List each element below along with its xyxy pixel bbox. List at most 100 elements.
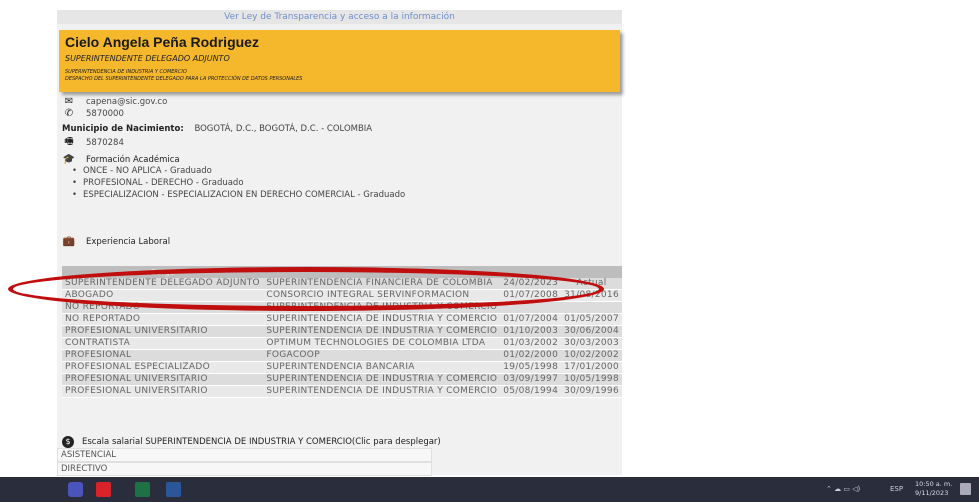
clock-date: 9/11/2023 [915, 489, 949, 497]
salary-heading[interactable]: $ Escala salarial SUPERINTENDENCIA DE IN… [62, 436, 441, 448]
table-row: PROFESIONAL UNIVERSITARIO SUPERINTENDENCI… [62, 325, 622, 338]
education-list: ONCE - NO APLICA - Graduado PROFESIONAL … [72, 165, 405, 201]
person-department: DESPACHO DEL SUPERINTENDENTE DELEGADO PA… [65, 76, 303, 82]
birthplace: Municipio de Nacimiento: BOGOTÁ, D.C., B… [62, 124, 372, 134]
table-row: PROFESIONAL ESPECIALIZADO SUPERINTENDENCI… [62, 361, 622, 374]
contact-phone: ✆ 5870000 [62, 108, 124, 119]
cell-cargo: CONTRATISTA [62, 337, 264, 350]
cell-hasta: 31/08/2016 [561, 289, 622, 302]
cell-hasta: 01/05/2007 [561, 313, 622, 326]
cell-entidad: SUPERINTENDENCIA DE INDUSTRIA Y COMERCIO [263, 373, 501, 386]
salary-title[interactable]: Escala salarial SUPERINTENDENCIA DE INDU… [82, 437, 441, 447]
cell-cargo: PROFESIONAL [62, 349, 264, 362]
profile-page: Ver Ley de Transparencia y acceso a la i… [57, 10, 622, 476]
person-name: Cielo Angela Peña Rodriguez [65, 34, 259, 50]
education-heading: 🎓 Formación Académica [62, 154, 180, 165]
excel-icon[interactable] [135, 482, 150, 497]
cell-entidad: SUPERINTENDENCIA DE INDUSTRIA Y COMERCIO [263, 301, 501, 314]
profile-header: Cielo Angela Peña Rodriguez SUPERINTENDE… [59, 30, 620, 92]
email-value[interactable]: capena@sic.gov.co [86, 97, 167, 107]
contact-fax: 🖷 5870284 [62, 134, 124, 151]
taskbar: ⌃ ☁ ▭ ◁) ESP 10:50 a. m. 9/11/2023 [0, 477, 979, 502]
table-row: PROFESIONAL UNIVERSITARIO SUPERINTENDENCI… [62, 373, 622, 386]
cell-hasta [561, 301, 622, 314]
experience-heading: 💼 Experiencia Laboral [62, 236, 170, 247]
person-entity: SUPERINTENDENCIA DE INDUSTRIA Y COMERCIO [65, 69, 187, 75]
education-item: ESPECIALIZACION - ESPECIALIZACION EN DER… [72, 189, 405, 201]
cell-desde [500, 301, 562, 314]
fax-value: 5870284 [86, 137, 124, 148]
cell-hasta: 30/06/2004 [561, 325, 622, 338]
person-role: SUPERINTENDENTE DELEGADO ADJUNTO [65, 54, 230, 63]
experience-title: Experiencia Laboral [86, 236, 171, 247]
cell-desde: 19/05/1998 [500, 361, 562, 374]
salary-level-directivo[interactable]: DIRECTIVO [57, 462, 432, 476]
column-header-cargo: Cargo [62, 266, 264, 278]
contact-email: ✉ capena@sic.gov.co [62, 96, 168, 107]
cell-desde: 05/08/1994 [500, 385, 562, 398]
transparency-law-link[interactable]: Ver Ley de Transparencia y acceso a la i… [57, 10, 622, 24]
cell-entidad: SUPERINTENDENCIA BANCARIA [263, 361, 501, 374]
tray-icons[interactable]: ⌃ ☁ ▭ ◁) [826, 477, 860, 502]
envelope-icon: ✉ [64, 96, 74, 107]
table-row: NO REPORTADO SUPERINTENDENCIA DE INDUSTRI… [62, 301, 622, 314]
education-item: PROFESIONAL - DERECHO - Graduado [72, 177, 405, 189]
cell-hasta: 30/03/2003 [561, 337, 622, 350]
cell-desde: 24/02/2023 [500, 278, 562, 290]
column-header-hasta [561, 266, 622, 278]
cell-entidad: CONSORCIO INTEGRAL SERVINFORMACION [263, 289, 501, 302]
cell-hasta: 10/05/1998 [561, 373, 622, 386]
cell-desde: 01/10/2003 [500, 325, 562, 338]
cell-desde: 01/03/2002 [500, 337, 562, 350]
cell-cargo: PROFESIONAL UNIVERSITARIO [62, 385, 264, 398]
cell-hasta: 17/01/2000 [561, 361, 622, 374]
salary-level-asistencial[interactable]: ASISTENCIAL [57, 448, 432, 462]
cell-desde: 01/07/2008 [500, 289, 562, 302]
cell-cargo: NO REPORTADO [62, 313, 264, 326]
cell-cargo: NO REPORTADO [62, 301, 264, 314]
notification-icon[interactable] [960, 483, 971, 495]
word-icon[interactable] [166, 482, 181, 497]
education-title: Formación Académica [86, 154, 180, 165]
dollar-icon: $ [62, 436, 74, 448]
table-header-row: Cargo [62, 266, 622, 278]
experience-rows: SUPERINTENDENTE DELEGADO ADJUNTO SUPERINT… [62, 278, 622, 398]
cell-entidad: SUPERINTENDENCIA FINANCIERA DE COLOMBIA [263, 278, 501, 290]
cell-desde: 01/02/2000 [500, 349, 562, 362]
cell-entidad: OPTIMUM TECHNOLOGIES DE COLOMBIA LTDA [263, 337, 501, 350]
cell-cargo: PROFESIONAL ESPECIALIZADO [62, 361, 264, 374]
table-row: NO REPORTADO SUPERINTENDENCIA DE INDUSTRI… [62, 313, 622, 326]
table-row: PROFESIONAL FOGACOOP 01/02/2000 10/02/2002 [62, 349, 622, 362]
birthplace-label: Municipio de Nacimiento: [62, 124, 184, 134]
phone-icon: ✆ [64, 108, 74, 119]
cell-hasta: Actual [561, 278, 622, 290]
cell-cargo: PROFESIONAL UNIVERSITARIO [62, 325, 264, 338]
tray-language[interactable]: ESP [890, 477, 903, 502]
experience-table: Cargo SUPERINTENDENTE DELEGADO ADJUNTO SU… [62, 266, 622, 398]
cell-cargo: SUPERINTENDENTE DELEGADO ADJUNTO [62, 278, 264, 290]
table-row: SUPERINTENDENTE DELEGADO ADJUNTO SUPERINT… [62, 278, 622, 290]
acrobat-icon[interactable] [96, 482, 111, 497]
cell-entidad: SUPERINTENDENCIA DE INDUSTRIA Y COMERCIO [263, 385, 501, 398]
table-row: PROFESIONAL UNIVERSITARIO SUPERINTENDENCI… [62, 385, 622, 398]
cell-hasta: 30/09/1996 [561, 385, 622, 398]
cell-cargo: PROFESIONAL UNIVERSITARIO [62, 373, 264, 386]
teams-icon[interactable] [68, 482, 83, 497]
taskbar-clock[interactable]: 10:50 a. m. 9/11/2023 [915, 480, 952, 498]
cell-hasta: 10/02/2002 [561, 349, 622, 362]
cell-entidad: SUPERINTENDENCIA DE INDUSTRIA Y COMERCIO [263, 313, 501, 326]
birthplace-value: BOGOTÁ, D.C., BOGOTÁ, D.C. - COLOMBIA [194, 124, 373, 134]
cell-cargo: ABOGADO [62, 289, 264, 302]
cell-entidad: SUPERINTENDENCIA DE INDUSTRIA Y COMERCIO [263, 325, 501, 338]
table-row: CONTRATISTA OPTIMUM TECHNOLOGIES DE COLOM… [62, 337, 622, 350]
column-header-entidad [263, 266, 501, 278]
cell-desde: 01/07/2004 [500, 313, 562, 326]
education-item: ONCE - NO APLICA - Graduado [72, 165, 405, 177]
graduation-cap-icon: 🎓 [62, 154, 76, 165]
cell-desde: 03/09/1997 [500, 373, 562, 386]
table-row: ABOGADO CONSORCIO INTEGRAL SERVINFORMACIO… [62, 289, 622, 302]
fax-icon: 🖷 [64, 136, 74, 147]
briefcase-icon: 💼 [62, 236, 76, 247]
cell-entidad: FOGACOOP [263, 349, 501, 362]
column-header-desde [500, 266, 562, 278]
